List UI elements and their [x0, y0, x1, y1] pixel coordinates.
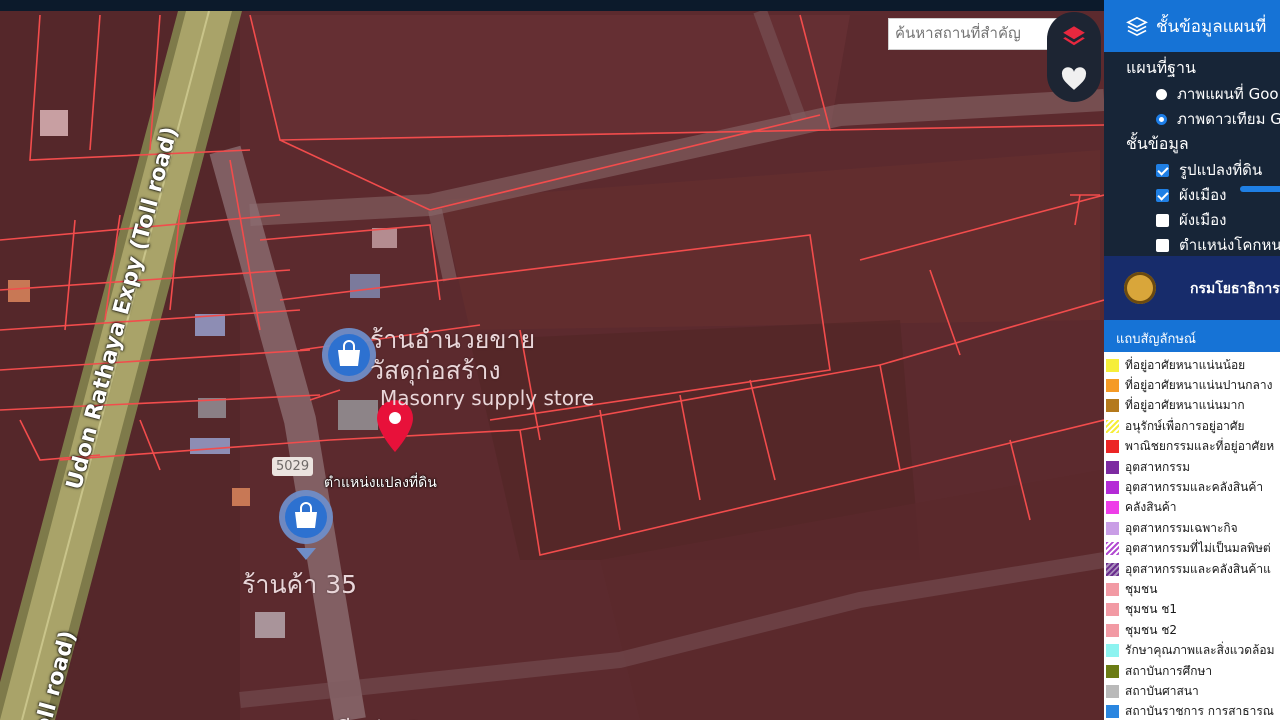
legend-item: ที่อยู่อาศัยหนาแน่นน้อย	[1104, 355, 1280, 375]
panel-header[interactable]: ชั้นข้อมูลแผนที่	[1104, 0, 1280, 52]
legend-swatch	[1106, 582, 1119, 596]
legend-item: พาณิชยกรรมและที่อยู่อาศัยห	[1104, 437, 1280, 457]
basemap-option-label: ภาพดาวเทียม G	[1177, 110, 1280, 128]
legend-item: อุตสาหกรรมเฉพาะกิจ	[1104, 518, 1280, 538]
layer-panel: ชั้นข้อมูลแผนที่ แผนที่ฐาน ภาพแผนที่ Goo…	[1104, 0, 1280, 720]
legend-label: ชุมชน	[1125, 581, 1158, 596]
legend-swatch	[1106, 399, 1119, 413]
basemap-title: แผนที่ฐาน	[1126, 58, 1196, 77]
legend-item: ที่อยู่อาศัยหนาแน่นมาก	[1104, 396, 1280, 416]
legend-label: อุตสาหกรรมเฉพาะกิจ	[1125, 520, 1238, 535]
checkbox[interactable]	[1156, 213, 1169, 227]
legend-label: ที่อยู่อาศัยหนาแน่นมาก	[1125, 398, 1245, 413]
legend-item: สถาบันการศึกษา	[1104, 661, 1280, 681]
legend-swatch	[1106, 664, 1119, 678]
legend-label: อนุรักษ์เพื่อการอยู่อาศัย	[1125, 418, 1245, 433]
legend-label: รักษาคุณภาพและสิ่งแวดล้อม	[1125, 643, 1275, 658]
legend-swatch	[1106, 562, 1119, 576]
department-name: กรมโยธาธิการแ	[1190, 281, 1280, 297]
legend-swatch	[1106, 440, 1119, 454]
layer-label: รูปแปลงที่ดิน	[1179, 161, 1263, 179]
legend-swatch	[1106, 521, 1119, 535]
legend-item: อุตสาหกรรมและคลังสินค้า	[1104, 477, 1280, 497]
legend-swatch	[1106, 684, 1119, 698]
opacity-slider[interactable]	[1240, 186, 1280, 192]
legend-label: คลังสินค้า	[1125, 500, 1177, 515]
legend-item: ชุมชน ช1	[1104, 600, 1280, 620]
radio-button-selected[interactable]	[1156, 113, 1167, 125]
legend-label: ที่อยู่อาศัยหนาแน่นปานกลาง	[1125, 377, 1273, 392]
legend-item: อนุรักษ์เพื่อการอยู่อาศัย	[1104, 416, 1280, 436]
legend-label: อุตสาหกรรมและคลังสินค้าแ	[1125, 561, 1271, 576]
layers-button[interactable]	[1047, 12, 1101, 60]
legend-swatch	[1106, 358, 1119, 372]
layer-parcels[interactable]: รูปแปลงที่ดิน	[1156, 158, 1262, 182]
layers-icon	[1063, 26, 1085, 46]
poi-name-masonry-line2[interactable]: วัสดุก่อสร้าง	[370, 351, 501, 391]
legend-item: สถาบันราชการ การสาธารณ	[1104, 702, 1280, 720]
legend-item: ชุมชน ช2	[1104, 620, 1280, 640]
search-box[interactable]	[888, 18, 1063, 50]
department-logo	[1124, 272, 1156, 304]
panel-title: ชั้นข้อมูลแผนที่	[1156, 16, 1267, 37]
map-canvas[interactable]: ร้านอำนวยขาย วัสดุก่อสร้าง Masonry suppl…	[0, 11, 1104, 720]
legend-item: ที่อยู่อาศัยหนาแน่นปานกลาง	[1104, 375, 1280, 395]
legend-item: อุตสาหกรรมที่ไม่เป็นมลพิษต่	[1104, 539, 1280, 559]
layer-options: แผนที่ฐาน ภาพแผนที่ Goo ภาพดาวเทียม G ชั…	[1104, 52, 1280, 256]
basemap-option-label: ภาพแผนที่ Goo	[1177, 85, 1279, 103]
legend-label: อุตสาหกรรมและคลังสินค้า	[1125, 479, 1264, 494]
legend-label: ที่อยู่อาศัยหนาแน่นน้อย	[1125, 357, 1246, 372]
legend-item: สถาบันศาสนา	[1104, 681, 1280, 701]
heart-icon	[1061, 67, 1087, 90]
legend-swatch	[1106, 623, 1119, 637]
legend-swatch	[1106, 460, 1119, 474]
legend-swatch	[1106, 705, 1119, 719]
legend-swatch	[1106, 419, 1119, 433]
legend-swatch	[1106, 542, 1119, 556]
legend-swatch	[1106, 603, 1119, 617]
stack-icon	[1126, 16, 1148, 36]
layer-project-location[interactable]: ตำแหน่งโคกหน	[1156, 233, 1280, 256]
checkbox-checked[interactable]	[1156, 188, 1169, 202]
legend-item: ชุมชน	[1104, 579, 1280, 599]
marker-label: ตำแหน่งแปลงที่ดิน	[324, 475, 437, 491]
layers-title: ชั้นข้อมูล	[1126, 134, 1189, 153]
legend-label: สถาบันราชการ การสาธารณ	[1125, 704, 1274, 719]
layer-label: ตำแหน่งโคกหน	[1179, 236, 1280, 254]
legend-label: อุตสาหกรรมที่ไม่เป็นมลพิษต่	[1125, 541, 1271, 556]
map-layer	[0, 11, 1104, 720]
legend-label: พาณิชยกรรมและที่อยู่อาศัยห	[1125, 439, 1275, 454]
legend-label: สถาบันศาสนา	[1125, 683, 1199, 698]
legend-swatch	[1106, 501, 1119, 515]
radio-button[interactable]	[1156, 88, 1167, 100]
legend-header[interactable]: แถบสัญลักษณ์	[1104, 320, 1280, 352]
legend-swatch	[1106, 644, 1119, 658]
legend-swatch	[1106, 480, 1119, 494]
map-pin-icon[interactable]	[377, 400, 413, 452]
legend-item: อุตสาหกรรม	[1104, 457, 1280, 477]
layer-label: ผังเมือง	[1179, 186, 1227, 204]
legend-item: รักษาคุณภาพและสิ่งแวดล้อม	[1104, 641, 1280, 661]
layer-cityplan[interactable]: ผังเมือง	[1156, 183, 1226, 207]
department-bar: กรมโยธาธิการแ	[1104, 256, 1280, 320]
legend-label: อุตสาหกรรม	[1125, 459, 1191, 474]
basemap-option-satellite[interactable]: ภาพดาวเทียม G	[1156, 107, 1280, 131]
road-shield: 5029	[272, 457, 314, 476]
legend-label: ชุมชน ช1	[1125, 602, 1177, 617]
checkbox[interactable]	[1156, 238, 1169, 252]
legend-item: อุตสาหกรรมและคลังสินค้าแ	[1104, 559, 1280, 579]
layer-label: ผังเมือง	[1179, 211, 1227, 229]
checkbox-checked[interactable]	[1156, 163, 1169, 177]
legend-label: ชุมชน ช2	[1125, 622, 1177, 637]
legend-label: สถาบันการศึกษา	[1125, 663, 1213, 678]
search-input[interactable]	[893, 23, 1062, 43]
basemap-option-google-map[interactable]: ภาพแผนที่ Goo	[1156, 82, 1279, 106]
legend-swatch	[1106, 378, 1119, 392]
layer-cityplan-2[interactable]: ผังเมือง	[1156, 208, 1226, 232]
top-bar	[0, 0, 1280, 11]
poi-name-shop35[interactable]: ร้านค้า 35	[242, 565, 357, 605]
legend-item: คลังสินค้า	[1104, 498, 1280, 518]
bottom-road-label: ศรีแจ่ม 1	[322, 711, 422, 720]
